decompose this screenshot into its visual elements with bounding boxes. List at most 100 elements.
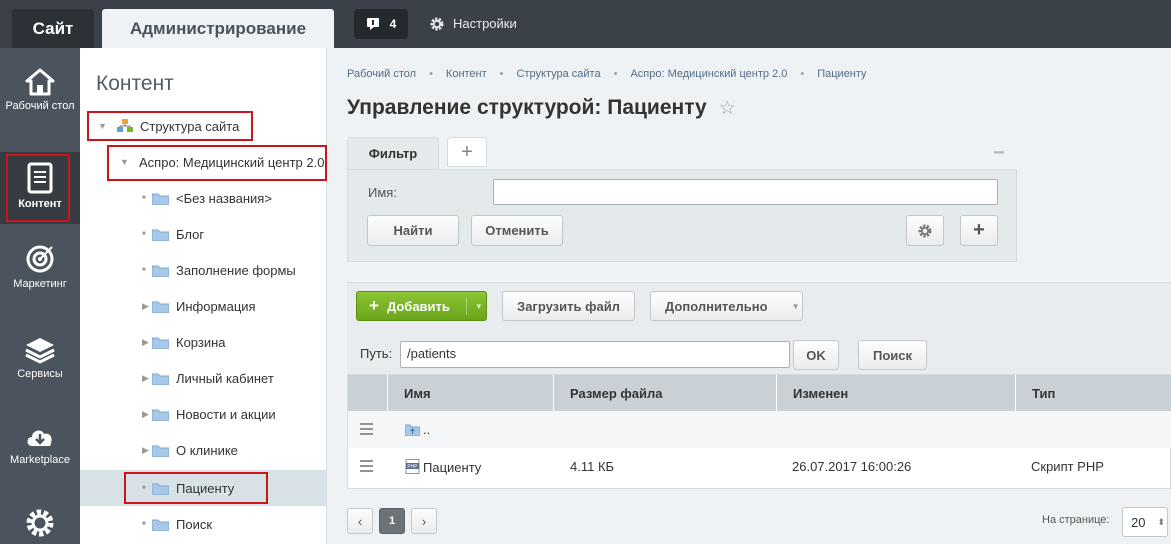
bullet-icon: ■ [142,267,146,273]
folder-icon [152,193,169,205]
add-field-button[interactable]: + [960,215,998,246]
nav-label: Сервисы [17,368,63,380]
search-button[interactable]: Поиск [858,340,927,370]
layers-icon [25,338,55,364]
column-header-size[interactable]: Размер файла [554,375,777,411]
expand-arrow-icon[interactable]: ▶ [142,373,152,384]
add-filter-tab-button[interactable]: + [447,137,487,167]
tree-item-info[interactable]: ▶ Информация [80,288,326,324]
chevron-right-icon: › [421,513,427,529]
plus-icon: + [369,296,379,315]
expand-arrow-icon[interactable]: ▼ [98,121,108,131]
settings-link[interactable]: Настройки [430,16,517,31]
nav-label: Marketplace [10,454,70,466]
folder-icon [152,265,169,277]
gear-icon [430,17,444,30]
tree-item-blog[interactable]: ■ Блог [80,216,326,252]
tree-item-label: Структура сайта [140,118,240,134]
site-tab[interactable]: Сайт [12,9,94,48]
chevron-down-icon[interactable]: ▼ [475,302,483,311]
nav-item-settings[interactable] [0,508,80,544]
filter-tab[interactable]: Фильтр [347,137,439,169]
file-name[interactable]: Пациенту [423,460,481,475]
tree-item-label: О клинике [176,442,238,458]
bullet-icon: ■ [142,485,146,491]
expand-arrow-icon[interactable]: ▶ [142,409,152,420]
minimize-icon[interactable]: − [993,142,1005,165]
tree-item-patients[interactable]: ■ Пациенту [80,470,326,506]
home-icon [25,68,55,96]
notifications-button[interactable]: 4 [354,9,408,39]
action-toolbar: + Добавить ▼ Загрузить файл Дополнительн… [347,282,1171,374]
folder-icon [152,483,169,495]
file-type: Скрипт PHP [1031,459,1104,474]
chevron-updown-icon: ⬍ [1157,516,1166,527]
folder-icon [152,519,169,531]
filter-settings-button[interactable] [906,215,944,246]
notifications-count: 4 [389,17,397,31]
breadcrumb: Рабочий стол • Контент • Структура сайта • … [347,68,867,80]
nav-item-content[interactable]: Контент [0,152,80,224]
breadcrumb-item[interactable]: Пациенту [817,68,866,80]
column-header-type[interactable]: Тип [1016,375,1171,411]
tree-item-label: Поиск [176,516,213,532]
nav-item-desktop[interactable]: Рабочий стол [0,68,80,138]
per-page-select[interactable]: 20 ⬍ [1122,507,1168,537]
expand-arrow-icon[interactable]: ▶ [142,301,152,312]
path-label: Путь: [360,346,393,361]
find-button[interactable]: Найти [367,215,459,246]
gear-icon [918,224,932,237]
tree-item-search[interactable]: ■ Поиск [80,506,326,542]
breadcrumb-item[interactable]: Структура сайта [517,68,601,80]
tree-item-cart[interactable]: ▶ Корзина [80,324,326,360]
expand-arrow-icon[interactable]: ▼ [120,157,130,167]
file-name[interactable]: .. [423,422,430,437]
path-input[interactable]: /patients [400,341,790,368]
table-row[interactable]: .. [348,411,1171,448]
page-button[interactable]: 1 [379,508,405,534]
add-button[interactable]: + Добавить ▼ [356,291,487,321]
row-menu-icon[interactable] [360,423,373,438]
table-header: Имя Размер файла Изменен Тип [348,375,1171,411]
more-button[interactable]: Дополнительно ▼ [650,291,803,321]
tree-item-label: Аспро: Медицинский центр 2.0 [139,154,325,170]
tree-item-about[interactable]: ▶ О клинике [80,432,326,468]
plus-icon: + [973,219,985,241]
cancel-button[interactable]: Отменить [471,215,563,246]
breadcrumb-item[interactable]: Контент [446,68,487,80]
tree-item-aspro[interactable]: ▼ Аспро: Медицинский центр 2.0 [80,144,326,180]
upload-file-button[interactable]: Загрузить файл [502,291,635,321]
nav-item-marketplace[interactable]: Marketplace [0,424,80,484]
name-input[interactable] [493,179,998,205]
prev-page-button[interactable]: ‹ [347,508,373,534]
file-size: 4.11 КБ [570,459,615,474]
tree-item-site-structure[interactable]: ▼ Структура сайта [80,108,326,144]
per-page-value: 20 [1131,514,1146,530]
star-icon[interactable]: ☆ [719,97,736,120]
nav-item-services[interactable]: Сервисы [0,336,80,396]
row-menu-icon[interactable] [360,460,373,475]
expand-arrow-icon[interactable]: ▶ [142,445,152,456]
tree-item-account[interactable]: ▶ Личный кабинет [80,360,326,396]
table-row[interactable]: PHP Пациенту 4.11 КБ 26.07.2017 16:00:26… [348,448,1171,485]
left-nav: Рабочий стол Контент Маркетинг Сервисы M… [0,48,80,544]
breadcrumb-item[interactable]: Аспро: Медицинский центр 2.0 [630,68,787,80]
filter-panel: Имя: Найти Отменить + [347,169,1017,262]
file-modified: 26.07.2017 16:00:26 [792,459,912,474]
next-page-button[interactable]: › [411,508,437,534]
divider [465,297,467,315]
admin-tab[interactable]: Администрирование [102,9,334,48]
tree-item-label: Пациенту [176,480,235,496]
column-header-name[interactable]: Имя [388,375,554,411]
expand-arrow-icon[interactable]: ▶ [142,337,152,348]
folder-icon [152,301,169,313]
ok-button[interactable]: OK [793,340,839,370]
tree-item-form[interactable]: ■ Заполнение формы [80,252,326,288]
tree-item-news[interactable]: ▶ Новости и акции [80,396,326,432]
tree-item-no-name[interactable]: ■ <Без названия> [80,180,326,216]
nav-item-marketing[interactable]: Маркетинг [0,244,80,304]
column-header-modified[interactable]: Изменен [777,375,1016,411]
folder-up-icon [405,424,420,436]
breadcrumb-item[interactable]: Рабочий стол [347,68,416,80]
bullet-icon: ■ [142,521,146,527]
